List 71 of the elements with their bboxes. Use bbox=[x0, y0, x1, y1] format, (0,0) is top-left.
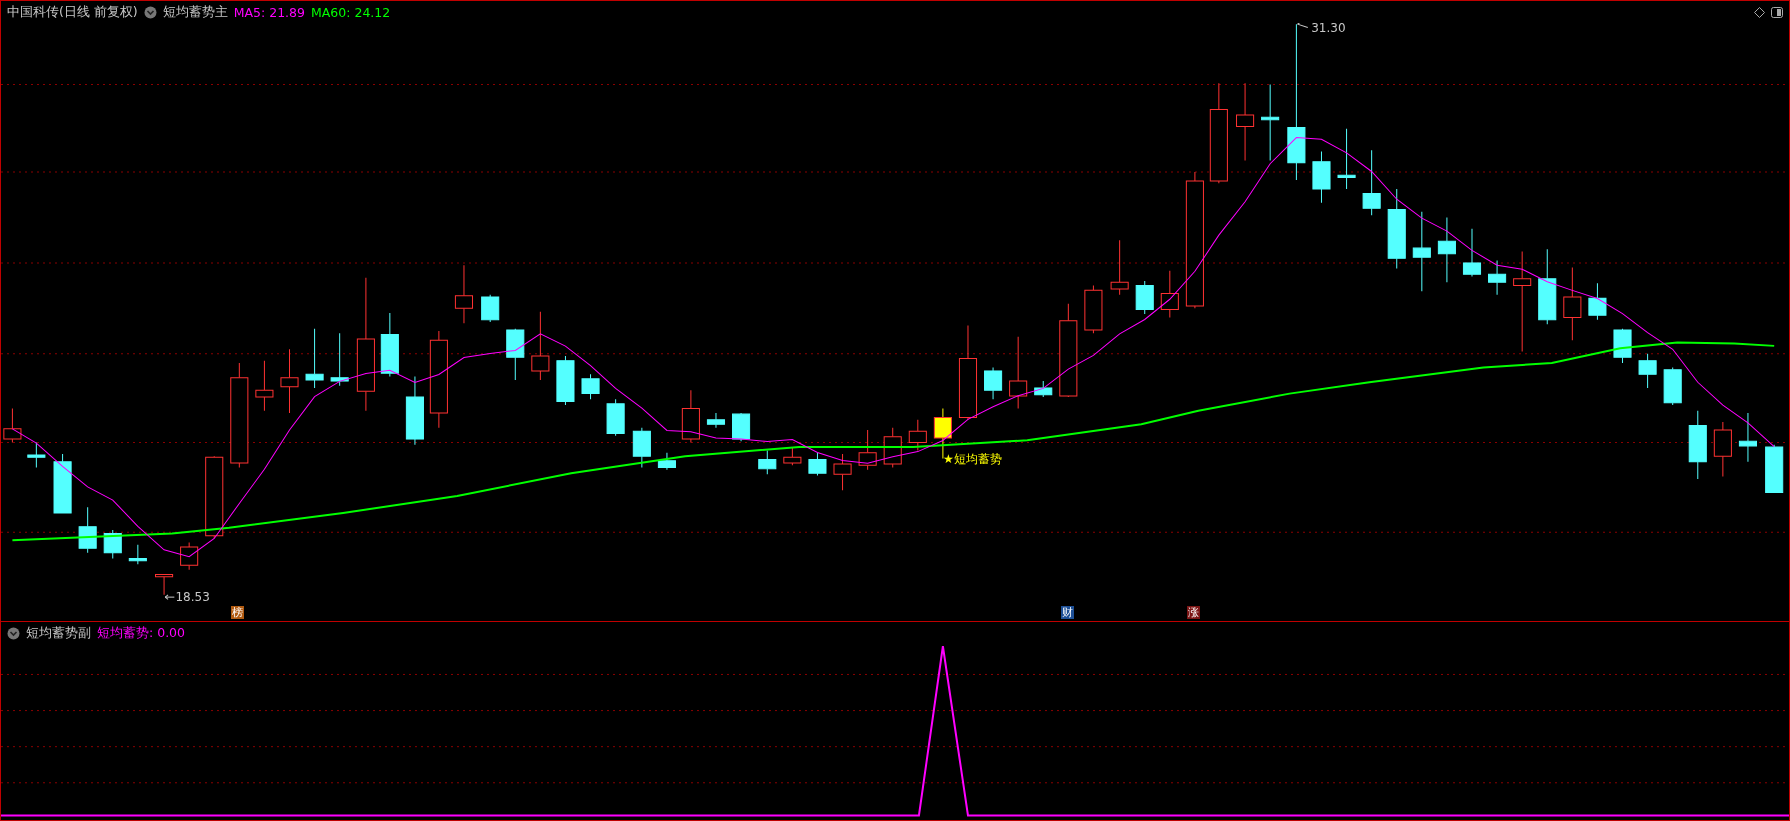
indicator-name: 短均蓄势副 bbox=[26, 624, 91, 642]
candlestick bbox=[180, 542, 199, 571]
candlestick bbox=[808, 452, 827, 476]
candlestick bbox=[78, 506, 97, 554]
candlestick bbox=[883, 427, 902, 468]
candlestick bbox=[732, 412, 751, 442]
candlestick bbox=[984, 367, 1003, 400]
candlestick bbox=[1362, 149, 1381, 216]
collapse-chevron-icon[interactable] bbox=[7, 626, 20, 640]
candlestick bbox=[1160, 270, 1179, 318]
candlestick bbox=[1588, 282, 1607, 321]
candlestick bbox=[1034, 380, 1053, 398]
candlestick bbox=[128, 544, 147, 565]
candlestick bbox=[27, 442, 46, 468]
event-marker[interactable]: 财 bbox=[1061, 606, 1075, 620]
candlestick bbox=[858, 429, 877, 471]
candlestick bbox=[531, 311, 550, 381]
candlestick bbox=[1613, 328, 1632, 364]
candlestick bbox=[1713, 421, 1732, 478]
low-price-label: 18.53 bbox=[175, 590, 210, 605]
candlestick bbox=[908, 419, 927, 451]
candlestick bbox=[1688, 410, 1707, 480]
candlestick bbox=[280, 348, 299, 414]
candlestick bbox=[1110, 239, 1129, 296]
candlestick bbox=[1765, 444, 1784, 494]
candlestick bbox=[1312, 150, 1331, 204]
panel-toggle-icon[interactable] bbox=[1771, 6, 1783, 18]
candlestick bbox=[581, 373, 600, 400]
candlestick bbox=[454, 264, 473, 324]
diamond-icon[interactable] bbox=[1754, 6, 1765, 18]
candlestick bbox=[606, 398, 625, 437]
candlestick bbox=[380, 312, 399, 378]
candlestick bbox=[1135, 280, 1154, 315]
leader-line bbox=[164, 594, 175, 600]
event-marker[interactable]: 榜 bbox=[231, 606, 245, 620]
candlestick bbox=[657, 452, 676, 471]
candlestick bbox=[3, 407, 22, 443]
candlestick bbox=[155, 573, 174, 596]
candlestick bbox=[632, 427, 651, 468]
candlestick bbox=[330, 332, 349, 387]
candlestick bbox=[1084, 285, 1103, 334]
candlestick bbox=[1488, 260, 1507, 296]
leader-line bbox=[1297, 23, 1309, 29]
candlestick bbox=[556, 355, 575, 406]
candlestick bbox=[255, 360, 274, 412]
candlestick bbox=[681, 389, 700, 443]
candlestick bbox=[481, 294, 500, 323]
candlestick bbox=[783, 446, 802, 466]
indicator-reading: 短均蓄势: 0.00 bbox=[97, 624, 186, 642]
collapse-chevron-icon[interactable] bbox=[143, 5, 157, 19]
candlestick bbox=[103, 529, 122, 559]
high-price-label: 31.30 bbox=[1311, 20, 1346, 35]
candlestick bbox=[405, 376, 424, 446]
stock-title: 中国科传(日线 前复权) bbox=[7, 3, 138, 21]
candlestick bbox=[1462, 228, 1482, 277]
candlestick bbox=[1638, 353, 1657, 389]
candlestick bbox=[833, 453, 852, 491]
candlestick bbox=[758, 449, 777, 475]
candlestick bbox=[53, 453, 72, 514]
candlestick bbox=[1738, 412, 1757, 463]
candlestick bbox=[506, 328, 525, 381]
event-marker[interactable]: 涨 bbox=[1186, 606, 1200, 620]
signal-label: ★短均蓄势 bbox=[942, 451, 1002, 466]
candlestick bbox=[1437, 216, 1456, 283]
candlestick bbox=[305, 328, 324, 389]
candlestick bbox=[706, 412, 725, 429]
indicator-name: 短均蓄势主 bbox=[162, 3, 228, 21]
ma-reading: MA60: 24.12 bbox=[311, 4, 391, 20]
candlestick bbox=[1663, 367, 1682, 406]
ma-reading: MA5: 21.89 bbox=[233, 4, 305, 20]
candlestick bbox=[1337, 128, 1356, 190]
